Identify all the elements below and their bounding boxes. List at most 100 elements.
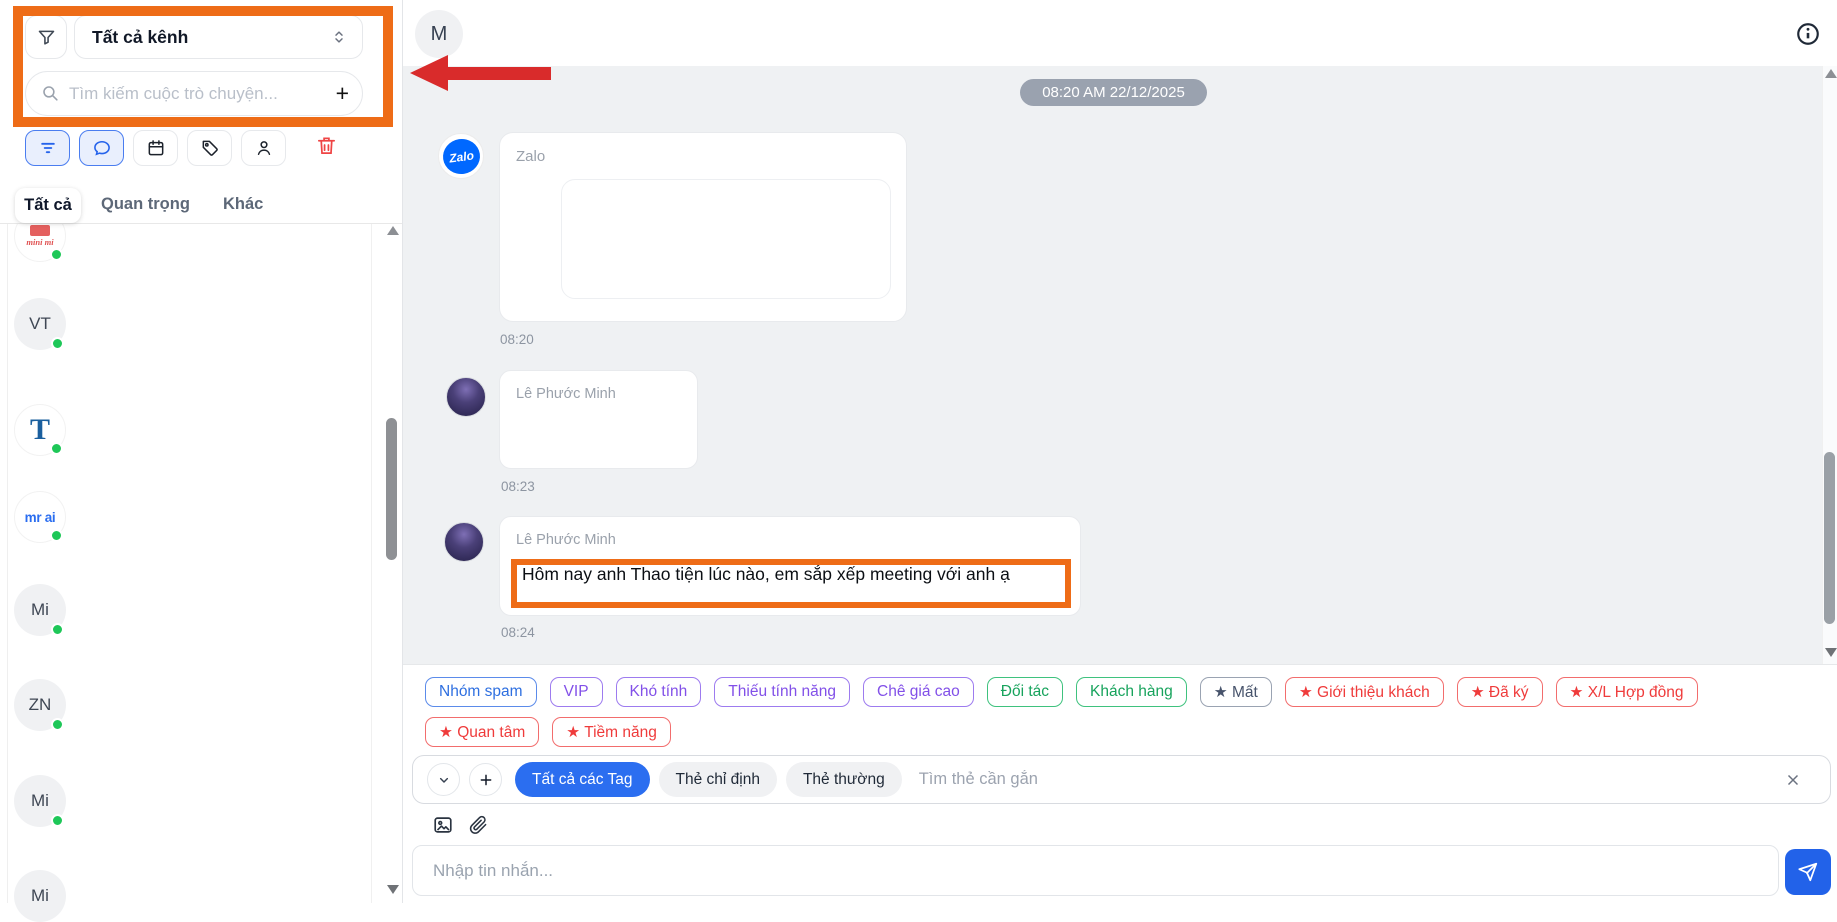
tag-gioi-thieu-khach[interactable]: ★ Giới thiệu khách [1285, 677, 1444, 707]
message-input[interactable] [433, 861, 1758, 881]
chat-scrollbar-thumb[interactable] [1824, 452, 1835, 624]
tag-che-gia-cao[interactable]: Chê giá cao [863, 677, 974, 707]
filter-lines-icon [38, 138, 58, 158]
tab-label: Khác [223, 195, 263, 213]
tag-nhom-spam[interactable]: Nhóm spam [425, 677, 537, 707]
add-conversation-button[interactable]: + [336, 82, 349, 105]
zalo-avatar: Zalo [438, 133, 484, 179]
tab-label: Tất cả [24, 196, 72, 215]
tag-filter-normal[interactable]: Thẻ thường [786, 762, 902, 797]
tag-xl-hop-dong[interactable]: ★ X/L Hợp đồng [1556, 677, 1698, 707]
conversation-item-tlogo[interactable]: T [14, 404, 66, 456]
tag-filter-all[interactable]: Tất cả các Tag [515, 762, 650, 797]
calendar-icon [146, 138, 166, 158]
info-icon [1795, 21, 1821, 47]
close-tag-bar-button[interactable] [1784, 771, 1802, 789]
send-plane-icon [1797, 861, 1819, 883]
tab-khac[interactable]: Khác [223, 195, 263, 214]
trash-icon [315, 134, 338, 157]
message-sender: Zalo [516, 148, 545, 165]
tag-tiem-nang[interactable]: ★ Tiềm năng [552, 717, 671, 747]
message-bubble-3: Lê Phước Minh Hôm nay anh Thao tiện lúc … [499, 516, 1081, 616]
chevron-updown-icon [330, 28, 348, 46]
filter-lines-button[interactable] [25, 130, 70, 166]
message-time: 08:23 [501, 479, 535, 494]
send-button[interactable] [1785, 849, 1831, 895]
file-attach-button[interactable] [467, 814, 489, 836]
chat-scroll-up-arrow[interactable] [1825, 69, 1837, 78]
message-sender: Lê Phước Minh [516, 532, 616, 548]
tag-mat[interactable]: ★ Mất [1200, 677, 1272, 707]
image-icon [432, 814, 454, 836]
sender-photo-avatar [446, 377, 486, 417]
date-separator: 08:20 AM 22/12/2025 [1020, 79, 1207, 106]
plus-icon [478, 772, 494, 788]
chat-scroll-down-arrow[interactable] [1825, 648, 1837, 657]
online-status-dot [50, 529, 63, 542]
tag-vip[interactable]: VIP [550, 677, 603, 707]
tag-filter-assigned[interactable]: Thẻ chỉ định [659, 762, 777, 797]
app-window: mini mi VT T mr ai Mi ZN Mi Mi [0, 0, 1837, 903]
bottom-panel: Nhóm spam VIP Khó tính Thiếu tính năng C… [403, 664, 1837, 903]
conversation-item-mi3[interactable]: Mi [14, 870, 66, 922]
tab-tat-ca[interactable]: Tất cả [15, 188, 81, 223]
collapse-tags-button[interactable] [427, 763, 460, 796]
chat-filter-button[interactable] [79, 130, 124, 166]
avatar-text: Mi [31, 886, 49, 906]
person-icon [254, 138, 274, 158]
peer-initial: M [431, 23, 448, 46]
tag-search-input[interactable] [919, 770, 1775, 789]
image-attach-button[interactable] [432, 814, 454, 836]
online-status-dot [50, 248, 63, 261]
tab-quan-trong[interactable]: Quan trọng [101, 195, 190, 214]
message-bubble-2: Lê Phước Minh [499, 370, 698, 469]
tag-icon [200, 138, 220, 158]
sidebar-scrollbar-thumb[interactable] [386, 418, 397, 560]
tag-da-ky[interactable]: ★ Đã ký [1457, 677, 1543, 707]
sidebar-inner-divider [371, 224, 372, 903]
tag-kho-tinh[interactable]: Khó tính [616, 677, 702, 707]
composer-toolbar [432, 814, 489, 836]
sidebar-scroll-up-arrow[interactable] [387, 226, 399, 235]
tag-thieu-tinh-nang[interactable]: Thiếu tính năng [714, 677, 850, 707]
tag-row-1: Nhóm spam VIP Khó tính Thiếu tính năng C… [425, 677, 1698, 707]
tag-doi-tac[interactable]: Đối tác [987, 677, 1063, 707]
conversation-item-mi1[interactable]: Mi [14, 584, 66, 636]
tag-khach-hang[interactable]: Khách hàng [1076, 677, 1187, 707]
info-button[interactable] [1795, 21, 1821, 47]
funnel-icon [36, 27, 57, 48]
avatar-text: Mi [31, 600, 49, 620]
tag-quan-tam[interactable]: ★ Quan tâm [425, 717, 539, 747]
mrai-logo-icon: mr ai [25, 510, 56, 525]
tag-filter-button[interactable] [187, 130, 232, 166]
add-tag-button[interactable] [469, 763, 502, 796]
message-time: 08:24 [501, 625, 535, 640]
search-input[interactable] [69, 84, 336, 104]
message-sender: Lê Phước Minh [516, 386, 616, 402]
sender-photo-avatar [444, 522, 484, 562]
online-status-dot [51, 718, 64, 731]
conversation-item-mi2[interactable]: Mi [14, 775, 66, 827]
message-time: 08:20 [500, 332, 534, 347]
avatar-text: VT [29, 314, 51, 334]
contacts-filter-button[interactable] [241, 130, 286, 166]
paperclip-icon [467, 814, 489, 836]
sidebar-filter-panel: Tất cả kênh + [0, 0, 402, 224]
message-bubble-zalo: Zalo [499, 132, 907, 322]
conversation-item-vt[interactable]: VT [14, 298, 66, 350]
calendar-filter-button[interactable] [133, 130, 178, 166]
chat-main: M 08:20 AM 22/12/2025 Zalo Zalo 08:20 Lê… [403, 0, 1837, 903]
conversation-item-zn[interactable]: ZN [14, 679, 66, 731]
message-embedded-card [561, 179, 891, 299]
channel-select[interactable]: Tất cả kênh [74, 15, 363, 59]
peer-avatar: M [415, 10, 463, 58]
trash-button[interactable] [315, 134, 338, 157]
online-status-dot [51, 814, 64, 827]
sidebar-scroll-down-arrow[interactable] [387, 885, 399, 894]
conversation-item-mrai[interactable]: mr ai [14, 491, 66, 543]
minimi-logo [30, 225, 50, 236]
online-status-dot [51, 623, 64, 636]
message-text: Hôm nay anh Thao tiện lúc nào, em sắp xế… [522, 564, 1010, 585]
channel-filter-button[interactable] [25, 15, 67, 59]
tag-row-2: ★ Quan tâm ★ Tiềm năng [425, 717, 671, 747]
